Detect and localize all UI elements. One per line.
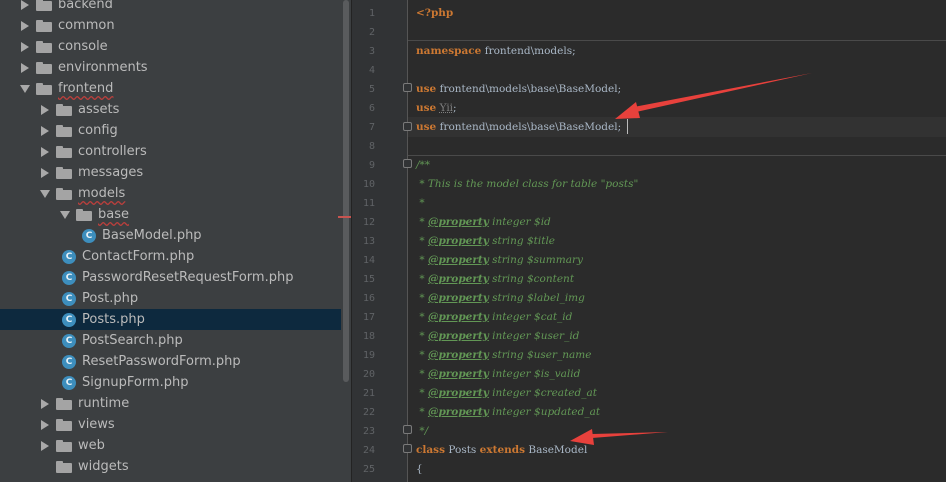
- arrow-annotation-2: [570, 429, 668, 445]
- annotation-arrows: [570, 73, 812, 445]
- arrow-annotation-1: [615, 73, 812, 119]
